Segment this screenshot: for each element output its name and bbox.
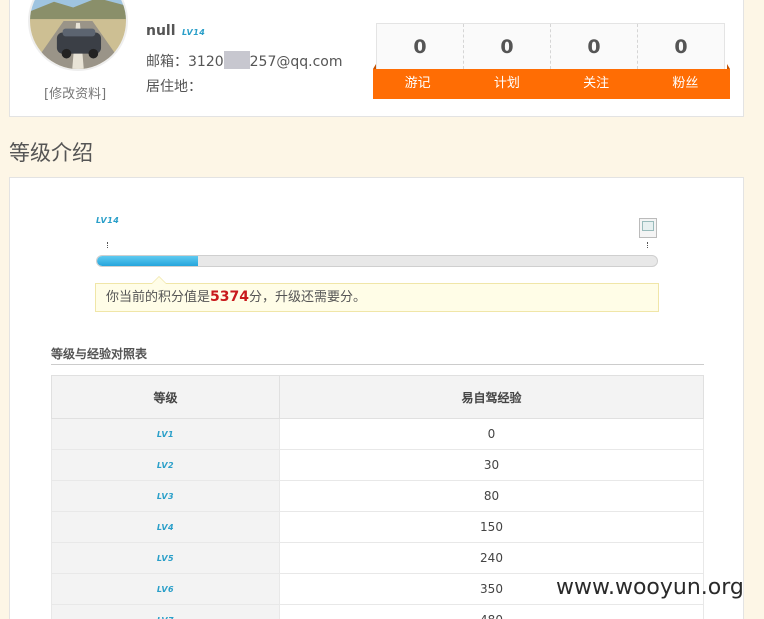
- watermark: www.wooyun.org: [556, 575, 744, 600]
- level-badge: LV5: [156, 554, 175, 563]
- stat-travelogues-count[interactable]: 0: [377, 24, 464, 69]
- progress-start-tick: [107, 242, 108, 248]
- stat-plans-count[interactable]: 0: [464, 24, 551, 69]
- table-row: LV2 30: [51, 449, 704, 481]
- table-row: LV1 0: [51, 418, 704, 450]
- level-cell: LV2: [51, 449, 280, 481]
- location-line: 居住地：: [146, 76, 202, 96]
- level-badge: LV6: [156, 585, 175, 594]
- level-badge: LV2: [156, 461, 175, 470]
- email-line: 邮箱：3120 257@qq.com: [146, 51, 343, 71]
- stat-followers-count[interactable]: 0: [638, 24, 724, 69]
- stat-plans-label[interactable]: 计划: [462, 69, 551, 99]
- email-label: 邮箱：: [146, 54, 188, 70]
- location-label: 居住地：: [146, 79, 202, 95]
- level-cell: LV7: [51, 604, 280, 619]
- stat-travelogues-label[interactable]: 游记: [373, 69, 462, 99]
- avatar[interactable]: [28, 0, 128, 71]
- current-level-badge: LV14: [96, 216, 120, 225]
- level-panel: LV14 你当前的积分值是5374分，升级还需要分。 等级与经验对照表 等级 易…: [9, 177, 744, 619]
- stats-values: 0 0 0 0: [376, 23, 725, 69]
- level-cell: LV1: [51, 418, 280, 450]
- stat-followers-label[interactable]: 粉丝: [641, 69, 730, 99]
- user-level-badge: LV14: [182, 28, 206, 37]
- email-prefix: 3120: [188, 54, 224, 70]
- user-name: null: [146, 23, 176, 39]
- level-cell: LV5: [51, 542, 280, 574]
- progress-end-tick: [647, 242, 648, 248]
- score-text-after: 分，升级还需要分。: [248, 290, 366, 305]
- column-header-exp: 易自驾经验: [279, 375, 704, 419]
- email-redaction: [223, 51, 250, 69]
- stats-labels: 游记 计划 关注 粉丝: [373, 64, 730, 99]
- edit-profile-link[interactable]: [修改资料]: [44, 83, 106, 102]
- profile-card: [修改资料] null LV14 邮箱：3120 257@qq.com 居住地： …: [9, 0, 744, 117]
- level-cell: LV4: [51, 511, 280, 543]
- level-progress-fill: [97, 256, 198, 266]
- level-cell: LV3: [51, 480, 280, 512]
- score-message: 你当前的积分值是5374分，升级还需要分。: [95, 276, 659, 312]
- stats-panel: 0 0 0 0 游记 计划 关注 粉丝: [373, 23, 730, 101]
- score-text-before: 你当前的积分值是: [106, 290, 211, 305]
- table-row: LV7480: [51, 604, 704, 619]
- level-table-title: 等级与经验对照表: [51, 345, 704, 365]
- level-progress-bar: [96, 255, 658, 267]
- table-row: LV3 80: [51, 480, 704, 512]
- exp-cell: 240: [279, 542, 704, 574]
- level-badge: LV4: [156, 523, 175, 532]
- exp-cell: 30: [279, 449, 704, 481]
- table-header-row: 等级 易自驾经验: [51, 375, 704, 419]
- email-suffix: 257@qq.com: [249, 54, 343, 70]
- level-cell: LV6: [51, 573, 280, 605]
- stat-following-label[interactable]: 关注: [552, 69, 641, 99]
- exp-cell: 480: [279, 604, 704, 619]
- exp-cell: 150: [279, 511, 704, 543]
- avatar-photo: [30, 0, 126, 69]
- table-row: LV4 150: [51, 511, 704, 543]
- exp-cell: 0: [279, 418, 704, 450]
- table-row: LV5 240: [51, 542, 704, 574]
- stat-following-count[interactable]: 0: [551, 24, 638, 69]
- level-badge: LV3: [156, 492, 175, 501]
- score-value: 5374: [210, 289, 249, 305]
- level-badge: LV1: [156, 430, 175, 439]
- section-title: 等级介绍: [9, 141, 93, 165]
- column-header-level: 等级: [51, 375, 280, 419]
- next-level-broken-image-icon: [639, 218, 657, 238]
- exp-cell: 80: [279, 480, 704, 512]
